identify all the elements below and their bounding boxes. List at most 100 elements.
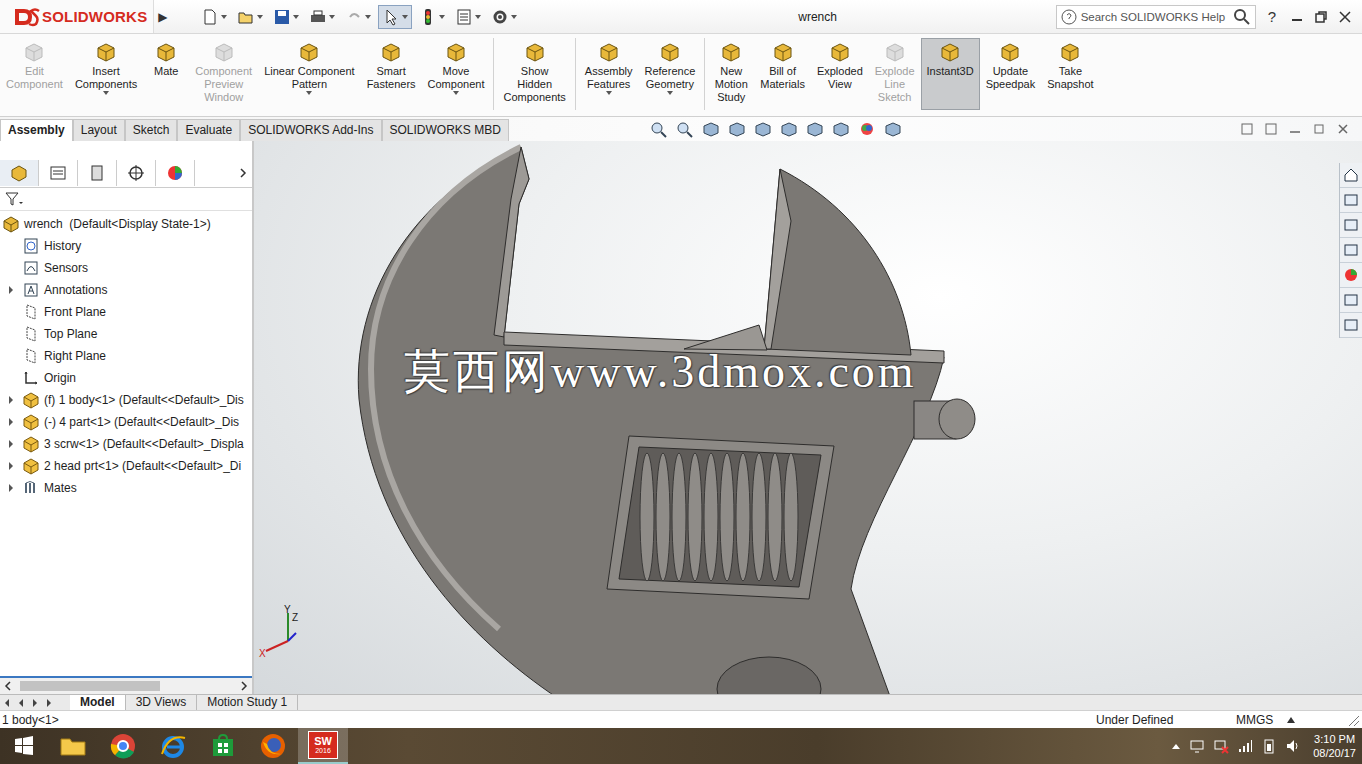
panel-tab[interactable] bbox=[0, 160, 39, 186]
start-button[interactable] bbox=[0, 728, 48, 764]
ribbon-button[interactable]: Instant3D bbox=[921, 38, 980, 110]
scroll-left-icon[interactable] bbox=[2, 680, 14, 692]
view-tool-icon[interactable] bbox=[701, 120, 721, 138]
battery-icon[interactable] bbox=[1261, 738, 1277, 754]
command-tab[interactable]: Sketch bbox=[125, 119, 178, 141]
props-button[interactable] bbox=[452, 6, 484, 28]
view-tool-icon[interactable] bbox=[883, 120, 903, 138]
task-pane-tab[interactable] bbox=[1340, 238, 1362, 263]
open-button[interactable] bbox=[234, 6, 266, 28]
expand-menu-button[interactable]: ▶ bbox=[154, 10, 177, 24]
tile-right-icon[interactable] bbox=[1264, 122, 1278, 136]
tile-left-icon[interactable] bbox=[1240, 122, 1254, 136]
save-button[interactable] bbox=[270, 6, 302, 28]
model-tab[interactable]: Model bbox=[70, 695, 126, 710]
task-pane-tab[interactable] bbox=[1340, 263, 1362, 288]
tree-item[interactable]: (f) 1 body<1> (Default<<Default>_Dis bbox=[0, 389, 252, 411]
print-button[interactable] bbox=[306, 6, 338, 28]
ribbon-button[interactable]: EditComponent bbox=[0, 38, 69, 110]
ribbon-button[interactable]: ComponentPreviewWindow bbox=[189, 38, 258, 110]
chevron-right-icon[interactable] bbox=[238, 167, 248, 179]
panel-tab[interactable] bbox=[78, 160, 117, 186]
scroll-right-icon[interactable] bbox=[238, 680, 250, 692]
tree-item[interactable]: (-) 4 part<1> (Default<<Default>_Dis bbox=[0, 411, 252, 433]
scroll-thumb[interactable] bbox=[20, 681, 160, 691]
expand-arrow-icon[interactable] bbox=[7, 483, 15, 493]
help-search-field[interactable]: Search SOLIDWORKS Help bbox=[1056, 5, 1256, 29]
view-tool-icon[interactable] bbox=[857, 120, 877, 138]
close-icon[interactable] bbox=[1338, 10, 1352, 24]
expand-arrow-icon[interactable] bbox=[7, 461, 15, 471]
command-tab[interactable]: Evaluate bbox=[177, 119, 240, 141]
units-selector[interactable]: MMGS bbox=[1236, 713, 1346, 727]
view-tool-icon[interactable] bbox=[779, 120, 799, 138]
ribbon-button[interactable]: ExplodedView bbox=[811, 38, 869, 110]
resize-grip-icon[interactable] bbox=[1346, 713, 1360, 727]
view-tool-icon[interactable] bbox=[727, 120, 747, 138]
model-tab[interactable]: Motion Study 1 bbox=[197, 695, 298, 710]
expand-arrow-icon[interactable] bbox=[7, 395, 15, 405]
tree-item[interactable]: 3 scrw<1> (Default<<Default>_Displa bbox=[0, 433, 252, 455]
solidworks-taskbar-button[interactable]: SW 2016 bbox=[298, 728, 348, 764]
command-tab[interactable]: Layout bbox=[73, 119, 125, 141]
model-tab[interactable]: 3D Views bbox=[126, 695, 197, 710]
tree-item[interactable]: Front Plane bbox=[0, 301, 252, 323]
ribbon-button[interactable]: ExplodeLineSketch bbox=[869, 38, 921, 110]
tray-arrow-icon[interactable] bbox=[1171, 742, 1181, 750]
tree-item[interactable]: Mates bbox=[0, 477, 252, 499]
view-tool-icon[interactable] bbox=[831, 120, 851, 138]
command-tab[interactable]: SOLIDWORKS Add-Ins bbox=[240, 119, 381, 141]
ribbon-button[interactable]: Bill ofMaterials bbox=[754, 38, 811, 110]
light-button[interactable] bbox=[416, 6, 448, 28]
restore-icon[interactable] bbox=[1314, 10, 1328, 24]
expand-arrow-icon[interactable] bbox=[7, 417, 15, 427]
internet-explorer-button[interactable] bbox=[148, 728, 198, 764]
file-explorer-button[interactable] bbox=[48, 728, 98, 764]
ribbon-button[interactable]: ShowHiddenComponents bbox=[497, 38, 571, 110]
panel-tab[interactable] bbox=[39, 160, 78, 186]
expand-arrow-icon[interactable] bbox=[7, 439, 15, 449]
ribbon-button[interactable]: NewMotionStudy bbox=[708, 38, 754, 110]
task-pane-tab[interactable] bbox=[1340, 213, 1362, 238]
restore-icon[interactable] bbox=[1312, 122, 1326, 136]
graphics-area[interactable]: 莫西网www.3dmox.com YZX bbox=[254, 141, 1362, 694]
tab-scroll-icon[interactable] bbox=[14, 697, 28, 709]
volume-icon[interactable] bbox=[1285, 738, 1301, 754]
chrome-button[interactable] bbox=[98, 728, 148, 764]
tree-item[interactable]: Annotations bbox=[0, 279, 252, 301]
help-button[interactable]: ? bbox=[1264, 8, 1290, 25]
panel-tab[interactable] bbox=[117, 160, 156, 186]
options-button[interactable] bbox=[488, 6, 520, 28]
network-error-icon[interactable] bbox=[1213, 738, 1229, 754]
tab-scroll-icon[interactable] bbox=[0, 697, 14, 709]
ribbon-button[interactable]: AssemblyFeatures bbox=[579, 38, 639, 110]
close-icon[interactable] bbox=[1336, 122, 1350, 136]
tree-item[interactable]: Origin bbox=[0, 367, 252, 389]
tree-root[interactable]: wrench (Default<Display State-1>) bbox=[0, 213, 252, 235]
tab-scroll-icon[interactable] bbox=[28, 697, 42, 709]
tree-item[interactable]: Right Plane bbox=[0, 345, 252, 367]
command-tab[interactable]: SOLIDWORKS MBD bbox=[382, 119, 509, 141]
tree-item[interactable]: 2 head prt<1> (Default<<Default>_Di bbox=[0, 455, 252, 477]
view-tool-icon[interactable] bbox=[805, 120, 825, 138]
task-pane-tab[interactable] bbox=[1340, 313, 1362, 338]
panel-tab[interactable] bbox=[156, 160, 195, 186]
firefox-button[interactable] bbox=[248, 728, 298, 764]
store-button[interactable] bbox=[198, 728, 248, 764]
select-button[interactable] bbox=[378, 5, 412, 29]
ribbon-button[interactable]: SmartFasteners bbox=[361, 38, 422, 110]
solidworks-logo[interactable]: SOLIDWORKS bbox=[0, 0, 154, 33]
tab-scroll-icon[interactable] bbox=[42, 697, 56, 709]
tree-filter[interactable] bbox=[0, 188, 252, 211]
horizontal-scrollbar[interactable] bbox=[0, 678, 252, 694]
ribbon-button[interactable]: TakeSnapshot bbox=[1041, 38, 1099, 110]
new-button[interactable] bbox=[198, 6, 230, 28]
ribbon-button[interactable]: Linear ComponentPattern bbox=[258, 38, 361, 110]
expand-arrow-icon[interactable] bbox=[7, 285, 15, 295]
command-tab[interactable]: Assembly bbox=[0, 119, 73, 141]
task-pane-tab[interactable] bbox=[1340, 288, 1362, 313]
ribbon-button[interactable]: UpdateSpeedpak bbox=[980, 38, 1042, 110]
minimize-icon[interactable] bbox=[1290, 10, 1304, 24]
signal-icon[interactable] bbox=[1237, 738, 1253, 754]
view-tool-icon[interactable] bbox=[753, 120, 773, 138]
